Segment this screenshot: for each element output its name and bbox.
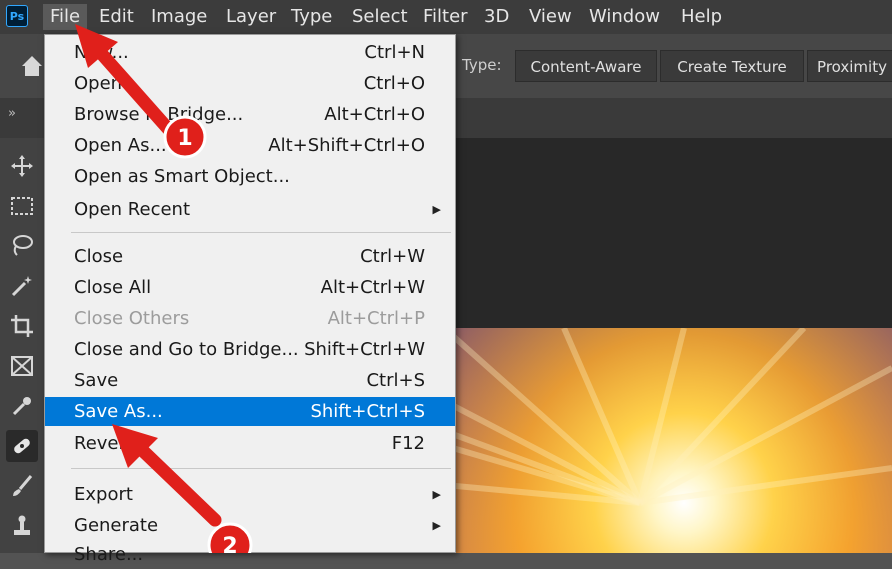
type-label: Type:	[462, 56, 502, 74]
marquee-tool-icon[interactable]	[6, 190, 38, 222]
collapse-panels-icon[interactable]: »	[8, 106, 16, 121]
photoshop-logo: Ps	[6, 5, 28, 27]
menu-item-generate[interactable]: Generate ▶	[45, 511, 455, 540]
menu-item-export[interactable]: Export ▶	[45, 480, 455, 509]
menu-item-save-as[interactable]: Save As... Shift+Ctrl+S	[45, 397, 455, 426]
menu-file[interactable]: File	[43, 4, 88, 30]
lasso-tool-icon[interactable]	[6, 230, 38, 262]
menu-window[interactable]: Window	[582, 4, 667, 30]
brush-tool-icon[interactable]	[6, 470, 38, 502]
menu-item-open-recent[interactable]: Open Recent ▶	[45, 195, 455, 224]
proximity-button[interactable]: Proximity	[807, 50, 892, 82]
home-icon[interactable]	[18, 52, 46, 80]
tools-panel	[0, 138, 45, 553]
create-texture-button[interactable]: Create Texture	[660, 50, 804, 82]
menu-layer[interactable]: Layer	[219, 4, 283, 30]
menu-item-save[interactable]: Save Ctrl+S	[45, 366, 455, 395]
menu-3d[interactable]: 3D	[477, 4, 516, 30]
magic-wand-tool-icon[interactable]	[6, 270, 38, 302]
menu-item-revert[interactable]: Revert F12	[45, 429, 455, 458]
move-tool-icon[interactable]	[6, 150, 38, 182]
menu-help[interactable]: Help	[674, 4, 729, 30]
menu-item-open[interactable]: Open... Ctrl+O	[45, 69, 455, 98]
menu-filter[interactable]: Filter	[416, 4, 475, 30]
menu-select[interactable]: Select	[345, 4, 415, 30]
menu-type[interactable]: Type	[284, 4, 339, 30]
menu-separator	[71, 232, 451, 233]
menu-item-open-as-smart-object[interactable]: Open as Smart Object...	[45, 162, 455, 191]
spot-healing-brush-icon[interactable]	[6, 430, 38, 462]
menu-item-close-and-go-to-bridge[interactable]: Close and Go to Bridge... Shift+Ctrl+W	[45, 335, 455, 364]
menu-view[interactable]: View	[522, 4, 579, 30]
menu-separator	[71, 468, 451, 469]
crop-tool-icon[interactable]	[6, 310, 38, 342]
menu-bar: Ps File Edit Image Layer Type Select Fil…	[0, 0, 892, 34]
menu-item-open-as[interactable]: Open As... Alt+Shift+Ctrl+O	[45, 131, 455, 160]
submenu-arrow-icon: ▶	[432, 519, 441, 532]
menu-item-new[interactable]: New... Ctrl+N	[45, 38, 455, 67]
eyedropper-tool-icon[interactable]	[6, 390, 38, 422]
menu-item-share[interactable]: Share...	[45, 540, 455, 569]
submenu-arrow-icon: ▶	[432, 203, 441, 216]
submenu-arrow-icon: ▶	[432, 488, 441, 501]
content-aware-button[interactable]: Content-Aware	[515, 50, 657, 82]
menu-item-browse-in-bridge[interactable]: Browse in Bridge... Alt+Ctrl+O	[45, 100, 455, 129]
menu-item-close-others: Close Others Alt+Ctrl+P	[74, 308, 425, 329]
menu-edit[interactable]: Edit	[92, 4, 141, 30]
menu-image[interactable]: Image	[144, 4, 214, 30]
frame-tool-icon[interactable]	[6, 350, 38, 382]
menu-item-close[interactable]: Close Ctrl+W	[45, 242, 455, 271]
file-menu-dropdown: New... Ctrl+N Open... Ctrl+O Browse in Bri…	[44, 34, 456, 565]
menu-item-close-all[interactable]: Close All Alt+Ctrl+W	[45, 273, 455, 302]
clone-stamp-tool-icon[interactable]	[6, 510, 38, 542]
